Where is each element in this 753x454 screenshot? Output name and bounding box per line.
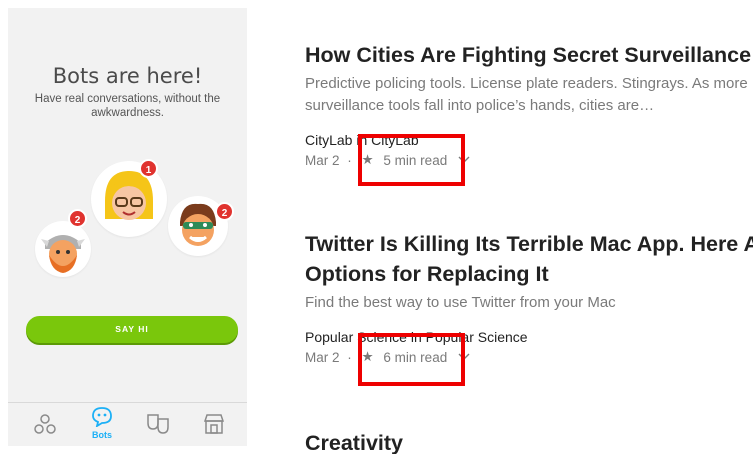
circles-icon bbox=[34, 414, 56, 434]
article-date: Mar 2 bbox=[305, 349, 340, 365]
phone-app-panel: Bots are here! Have real conversations, … bbox=[8, 8, 247, 446]
bottom-tab-bar: Bots bbox=[8, 402, 247, 446]
store-icon bbox=[203, 414, 225, 434]
tab-store[interactable] bbox=[186, 403, 242, 446]
article-description-line: surveillance tools fall into police’s ha… bbox=[305, 97, 655, 114]
meta-separator: · bbox=[347, 349, 352, 365]
article-title[interactable]: Twitter Is Killing Its Terrible Mac App.… bbox=[305, 229, 753, 259]
masks-icon bbox=[147, 414, 169, 434]
masked-bot-badge: 2 bbox=[215, 202, 234, 221]
viking-face-icon bbox=[41, 235, 85, 273]
highlight-box bbox=[358, 134, 465, 186]
chat-bot-icon bbox=[92, 407, 112, 427]
article-title[interactable]: Options for Replacing It bbox=[305, 259, 753, 289]
viking-bot-avatar[interactable] bbox=[35, 221, 91, 277]
article-description-line: Predictive policing tools. License plate… bbox=[305, 75, 748, 92]
bots-title: Bots are here! bbox=[52, 64, 203, 88]
tab-circles[interactable] bbox=[17, 403, 73, 446]
tab-bots[interactable]: Bots bbox=[74, 403, 130, 446]
tab-masks[interactable] bbox=[130, 403, 186, 446]
blonde-bot-badge: 1 bbox=[139, 159, 158, 178]
article-title[interactable]: How Cities Are Fighting Secret Surveilla… bbox=[305, 40, 753, 70]
screen: Bots are here! Have real conversations, … bbox=[0, 0, 753, 454]
meta-separator: · bbox=[347, 152, 352, 168]
bots-subtitle: Have real conversations, without the awk… bbox=[34, 93, 221, 119]
say-hi-button[interactable]: SAY HI bbox=[26, 316, 238, 343]
highlight-box bbox=[358, 333, 465, 386]
viking-bot-badge: 2 bbox=[68, 209, 87, 228]
article-date: Mar 2 bbox=[305, 152, 340, 168]
tab-bots-label: Bots bbox=[92, 430, 112, 440]
article-description-line: Find the best way to use Twitter from yo… bbox=[305, 294, 616, 311]
article-title[interactable]: Creativity bbox=[305, 428, 753, 454]
